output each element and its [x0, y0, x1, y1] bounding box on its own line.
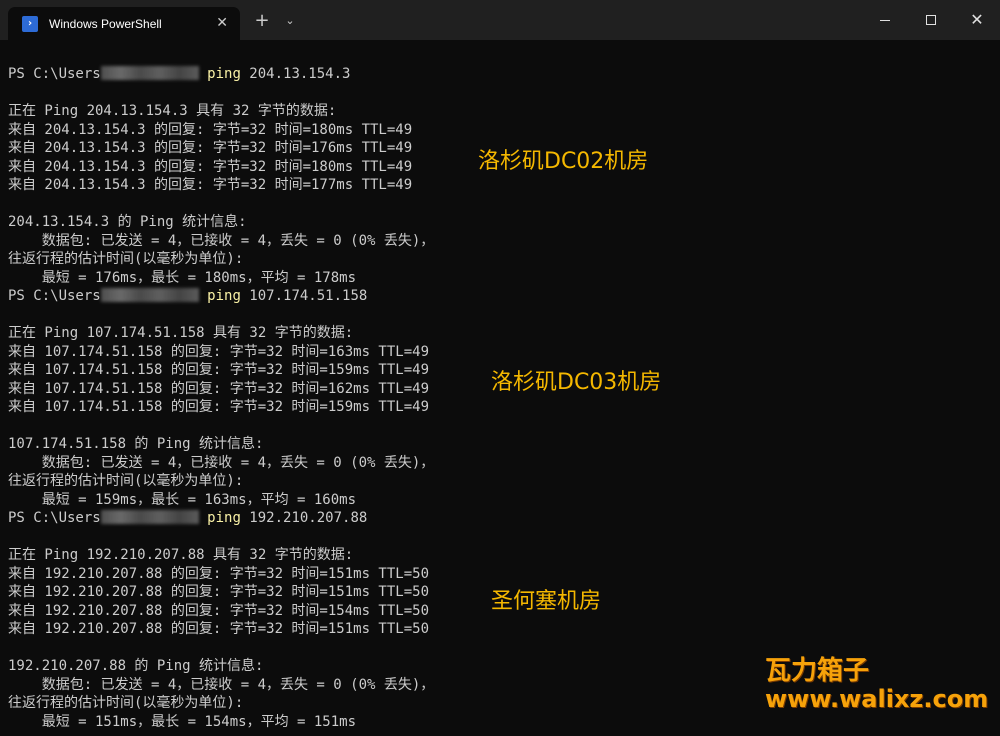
prompt-line: PS C:\Users ping 204.13.154.3 — [8, 65, 992, 84]
tab-powershell[interactable]: › Windows PowerShell ✕ — [8, 7, 240, 40]
prompt-line: PS C:\Users ping 107.174.51.158 — [8, 287, 992, 306]
ping-header: 正在 Ping 192.210.207.88 具有 32 字节的数据: — [8, 547, 354, 563]
minimize-icon — [880, 19, 890, 21]
reply-line: 来自 107.174.51.158 的回复: 字节=32 时间=163ms TT… — [8, 343, 430, 360]
command-name: ping — [207, 288, 241, 304]
watermark-name: 瓦力箱子 — [765, 656, 870, 686]
chevron-down-icon[interactable]: ⌄ — [280, 12, 300, 30]
reply-line: 来自 192.210.207.88 的回复: 字节=32 时间=151ms TT… — [8, 565, 430, 582]
packets-line: 数据包: 已发送 = 4，已接收 = 4，丢失 = 0 (0% 丢失)， — [8, 232, 435, 249]
prompt-text: PS C:\Users — [8, 288, 101, 304]
stats-title: 107.174.51.158 的 Ping 统计信息: — [8, 436, 264, 452]
powershell-icon: › — [22, 15, 38, 32]
redacted-username — [100, 288, 199, 302]
rtt-line: 最短 = 151ms，最长 = 154ms，平均 = 151ms — [8, 713, 357, 730]
tab-title: Windows PowerShell — [49, 16, 162, 31]
annotation-sanjose: 圣何塞机房 — [491, 589, 602, 614]
redacted-username — [100, 66, 199, 80]
rtt-line: 最短 = 176ms，最长 = 180ms，平均 = 178ms — [8, 269, 357, 286]
command-target: 204.13.154.3 — [240, 66, 351, 82]
rtt-title: 往返行程的估计时间(以毫秒为单位): — [8, 251, 244, 267]
tab-close-icon[interactable]: ✕ — [216, 15, 228, 31]
maximize-button[interactable] — [908, 0, 954, 40]
watermark-url: www.walixz.com — [765, 685, 989, 713]
reply-line: 来自 107.174.51.158 的回复: 字节=32 时间=159ms TT… — [8, 399, 430, 415]
close-icon: ✕ — [970, 10, 984, 29]
minimize-button[interactable] — [862, 0, 908, 40]
reply-line: 来自 204.13.154.3 的回复: 字节=32 时间=180ms TTL=… — [8, 121, 413, 138]
prompt-text: PS C:\Users — [8, 510, 101, 526]
rtt-title: 往返行程的估计时间(以毫秒为单位): — [8, 473, 244, 489]
packets-line: 数据包: 已发送 = 4，已接收 = 4，丢失 = 0 (0% 丢失)， — [8, 454, 435, 471]
stats-title: 204.13.154.3 的 Ping 统计信息: — [8, 214, 247, 230]
command-target: 107.174.51.158 — [240, 288, 368, 304]
reply-line: 来自 204.13.154.3 的回复: 字节=32 时间=177ms TTL=… — [8, 177, 413, 193]
command-target: 192.210.207.88 — [240, 510, 368, 526]
command-name: ping — [207, 66, 241, 82]
close-button[interactable]: ✕ — [954, 0, 1000, 40]
command-name: ping — [207, 510, 241, 526]
title-bar: › Windows PowerShell ✕ + ⌄ ✕ — [0, 0, 1000, 40]
ping-header: 正在 Ping 107.174.51.158 具有 32 字节的数据: — [8, 325, 354, 341]
redacted-username — [100, 510, 199, 524]
annotation-dc03: 洛杉矶DC03机房 — [491, 370, 662, 395]
rtt-line: 最短 = 159ms，最长 = 163ms，平均 = 160ms — [8, 491, 357, 508]
reply-line: 来自 192.210.207.88 的回复: 字节=32 时间=151ms TT… — [8, 621, 430, 637]
annotation-dc02: 洛杉矶DC02机房 — [478, 149, 649, 174]
ping-header: 正在 Ping 204.13.154.3 具有 32 字节的数据: — [8, 103, 337, 119]
new-tab-button[interactable]: + — [252, 11, 272, 31]
prompt-text: PS C:\Users — [8, 66, 101, 82]
maximize-icon — [926, 15, 936, 25]
prompt-line: PS C:\Users ping 192.210.207.88 — [8, 509, 992, 528]
